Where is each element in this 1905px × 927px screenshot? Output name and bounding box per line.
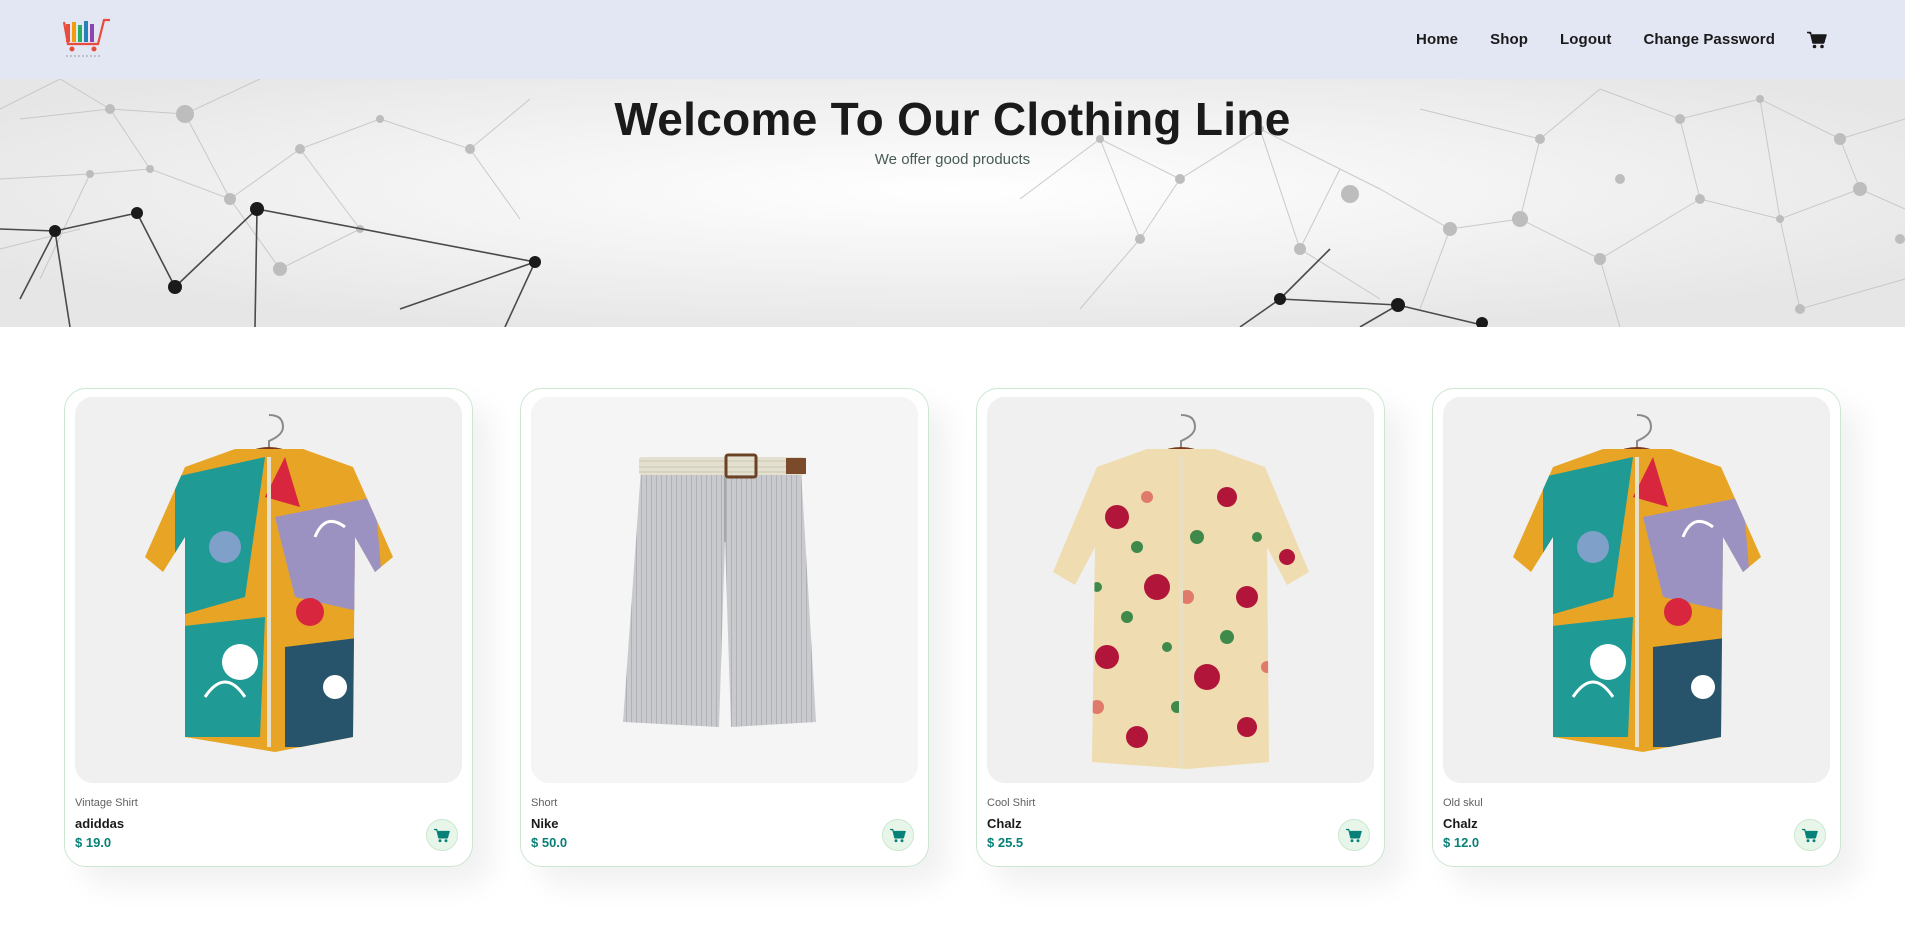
product-image[interactable] — [75, 397, 462, 783]
hero-title: Welcome To Our Clothing Line — [614, 93, 1291, 145]
product-image[interactable] — [531, 397, 918, 783]
product-price: $ 50.0 — [531, 835, 568, 850]
product-card[interactable]: Short Nike $ 50.0 — [520, 388, 929, 867]
product-image[interactable] — [987, 397, 1374, 783]
product-name: Nike — [531, 816, 559, 831]
nav-home-link[interactable]: Home — [1416, 31, 1458, 48]
cart-icon — [890, 828, 906, 842]
cart-icon[interactable] — [1807, 31, 1827, 49]
product-price: $ 25.5 — [987, 835, 1024, 850]
product-grid: Vintage Shirt adiddas $ 19.0 Short Nike … — [64, 388, 1841, 867]
product-brand: Cool Shirt — [987, 797, 1036, 809]
nav-change-password-link[interactable]: Change Password — [1643, 31, 1775, 48]
cart-icon — [434, 828, 450, 842]
product-brand: Vintage Shirt — [75, 797, 138, 809]
product-image[interactable] — [1443, 397, 1830, 783]
product-name: Chalz — [1443, 816, 1478, 831]
product-card[interactable]: Cool Shirt Chalz $ 25.5 — [976, 388, 1385, 867]
cart-icon — [1802, 828, 1818, 842]
product-brand: Short — [531, 797, 558, 809]
product-name: adiddas — [75, 816, 125, 831]
product-card[interactable]: Vintage Shirt adiddas $ 19.0 — [64, 388, 473, 867]
hero-banner: Welcome To Our Clothing Line We offer go… — [0, 79, 1905, 327]
site-header: Home Shop Logout Change Password — [0, 0, 1905, 79]
product-price: $ 19.0 — [75, 835, 112, 850]
add-to-cart-button[interactable] — [426, 819, 458, 851]
product-card[interactable]: Old skul Chalz $ 12.0 — [1432, 388, 1841, 867]
abstract-print-shirt-icon — [75, 397, 462, 783]
add-to-cart-button[interactable] — [1338, 819, 1370, 851]
product-name: Chalz — [987, 816, 1022, 831]
floral-shirt-icon — [987, 397, 1374, 783]
shopping-cart-logo[interactable] — [62, 16, 112, 60]
main-nav: Home Shop Logout Change Password — [1416, 0, 1827, 79]
cart-icon — [1346, 828, 1362, 842]
abstract-print-shirt-icon — [1443, 397, 1830, 783]
nav-logout-link[interactable]: Logout — [1560, 31, 1611, 48]
product-brand: Old skul — [1443, 797, 1483, 809]
add-to-cart-button[interactable] — [1794, 819, 1826, 851]
hero-subtitle: We offer good products — [874, 151, 1031, 168]
grey-shorts-icon — [531, 397, 918, 783]
add-to-cart-button[interactable] — [882, 819, 914, 851]
product-price: $ 12.0 — [1443, 835, 1480, 850]
nav-shop-link[interactable]: Shop — [1490, 31, 1528, 48]
